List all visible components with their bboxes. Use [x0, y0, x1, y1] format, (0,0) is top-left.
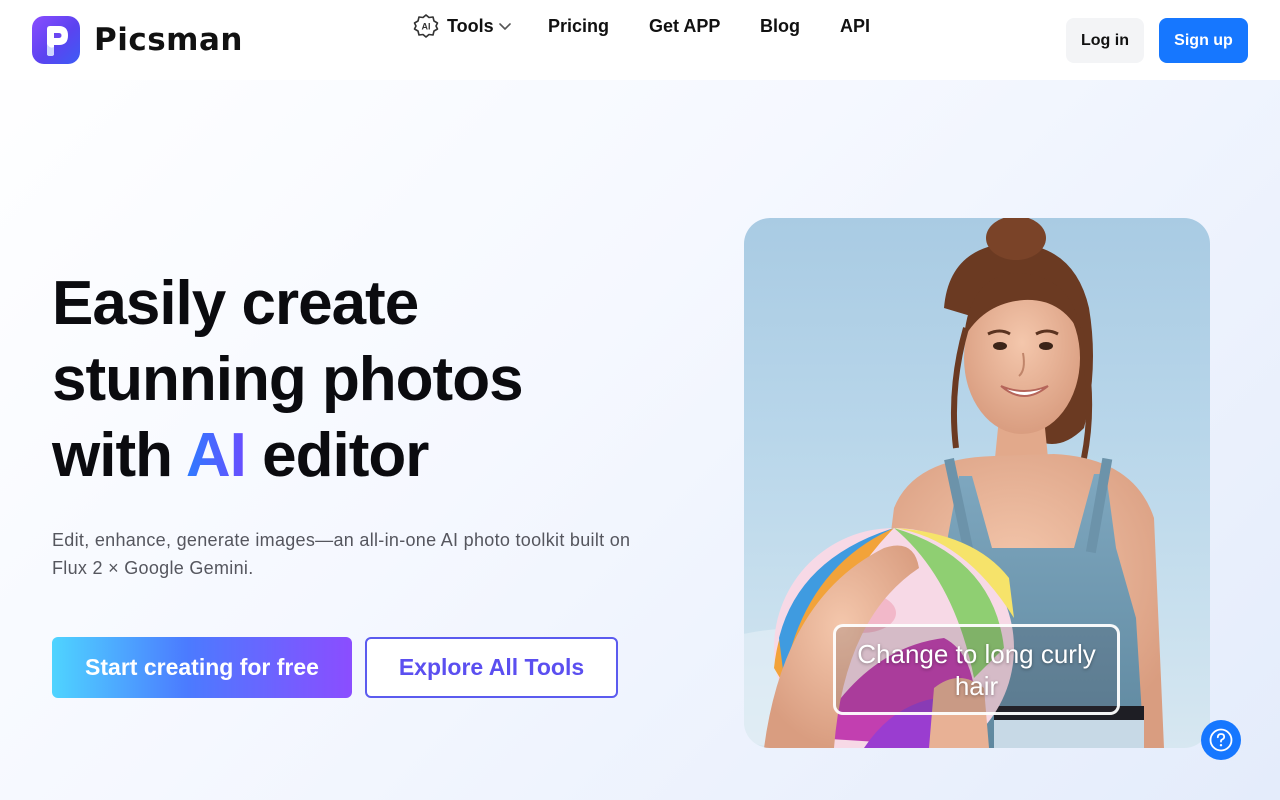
top-navbar: Picsman AI Tools Pricing Get APP Blog AP…	[0, 0, 1280, 80]
showcase-caption: Change to long curly hair	[833, 624, 1120, 715]
hero-subtitle: Edit, enhance, generate images—an all-in…	[52, 530, 631, 578]
login-button[interactable]: Log in	[1066, 18, 1144, 63]
nav-pricing[interactable]: Pricing	[548, 12, 609, 40]
start-creating-button[interactable]: Start creating for free	[52, 637, 352, 698]
explore-tools-button[interactable]: Explore All Tools	[365, 637, 618, 698]
nav-tools-label: Tools	[447, 15, 494, 36]
ai-chip-icon: AI	[413, 14, 439, 38]
hero-title-with: with	[52, 421, 186, 490]
hero-title-line-2: stunning photos	[52, 345, 524, 414]
brand-name: Picsman	[94, 22, 243, 58]
question-icon	[1209, 728, 1233, 752]
nav-tools-dropdown[interactable]: AI Tools	[413, 12, 513, 40]
nav-api[interactable]: API	[840, 12, 870, 40]
chevron-down-icon	[498, 23, 511, 30]
brand-logo[interactable]: Picsman	[32, 16, 243, 64]
hero-title-line-3: with AI editor	[52, 418, 672, 494]
nav-blog[interactable]: Blog	[760, 12, 800, 40]
hero-title: Easily create stunning photos with AI ed…	[52, 266, 672, 494]
signup-button[interactable]: Sign up	[1159, 18, 1248, 63]
hero-title-ai: AI	[185, 421, 247, 490]
nav-get-app[interactable]: Get APP	[649, 12, 720, 40]
picsman-logo-icon	[32, 16, 80, 64]
help-button[interactable]	[1201, 720, 1241, 760]
svg-text:AI: AI	[422, 22, 431, 32]
showcase-image: Change to long curly hair	[744, 218, 1210, 748]
hero-title-line-1: Easily create	[52, 269, 419, 338]
hero-title-editor: editor	[245, 421, 429, 490]
